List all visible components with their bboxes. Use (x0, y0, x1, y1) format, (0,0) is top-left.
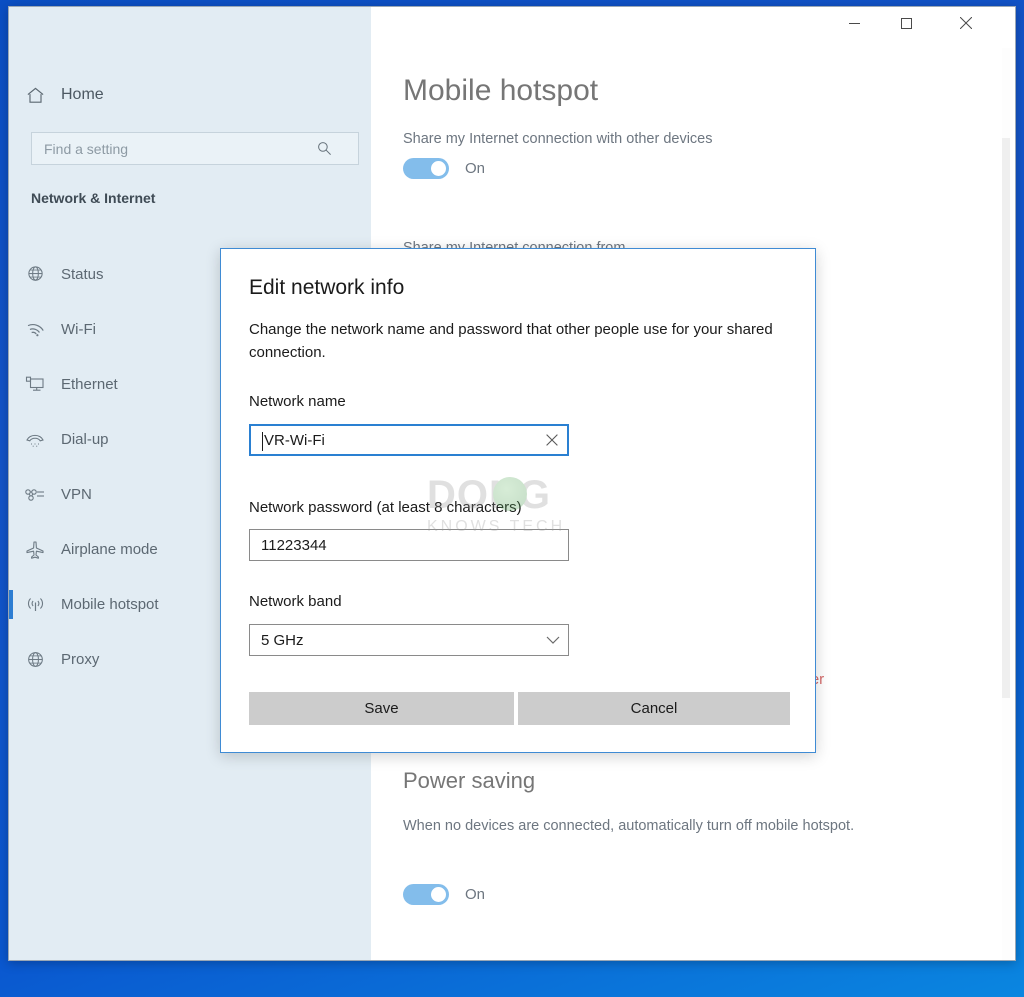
network-name-input[interactable] (251, 432, 537, 449)
broadcast-icon (9, 595, 61, 614)
search-box[interactable] (31, 132, 359, 165)
sidebar-item-mobile-hotspot-label: Mobile hotspot (61, 596, 159, 613)
close-button[interactable] (943, 7, 989, 39)
monitor-icon (9, 375, 61, 394)
network-password-field[interactable] (249, 529, 569, 561)
airplane-icon (9, 540, 61, 560)
sidebar-item-airplane-mode-label: Airplane mode (61, 541, 158, 558)
sidebar-item-home[interactable]: Home (9, 77, 371, 113)
network-band-label: Network band (249, 593, 342, 610)
content-scrollbar[interactable] (1002, 48, 1013, 961)
minimize-button[interactable] (831, 7, 877, 39)
text-caret (262, 432, 263, 451)
globe-icon (9, 265, 61, 284)
network-name-field[interactable] (249, 424, 569, 456)
clear-network-name-button[interactable] (537, 434, 567, 446)
power-saving-toggle-state: On (465, 886, 485, 903)
settings-window: Settings (8, 6, 1016, 961)
network-name-label: Network name (249, 393, 346, 410)
sidebar-item-home-label: Home (61, 86, 104, 104)
toggle-knob (431, 161, 446, 176)
home-icon (9, 86, 61, 105)
chevron-down-icon (538, 636, 568, 645)
sidebar-item-status-label: Status (61, 266, 104, 283)
sidebar-item-proxy-label: Proxy (61, 651, 99, 668)
maximize-icon (901, 18, 912, 29)
power-saving-description: When no devices are connected, automatic… (403, 816, 893, 838)
minimize-icon (849, 18, 860, 29)
share-connection-toggle[interactable]: On (403, 158, 485, 179)
save-button[interactable]: Save (249, 692, 514, 725)
network-password-input[interactable] (250, 537, 568, 554)
search-icon (317, 141, 332, 156)
share-connection-label: Share my Internet connection with other … (403, 129, 713, 150)
network-band-dropdown[interactable]: 5 GHz (249, 624, 569, 656)
power-saving-toggle[interactable]: On (403, 884, 485, 905)
phone-handset-icon (9, 431, 61, 449)
search-input[interactable] (32, 141, 317, 157)
network-band-value: 5 GHz (250, 632, 538, 649)
sidebar-category-heading: Network & Internet (31, 190, 155, 206)
scrollbar-thumb[interactable] (1002, 138, 1010, 698)
dialog-title: Edit network info (249, 276, 404, 300)
wifi-icon (9, 321, 61, 339)
edit-network-info-dialog: Edit network info Change the network nam… (220, 248, 816, 753)
globe-icon (9, 650, 61, 669)
vpn-icon (9, 487, 61, 503)
desktop-background: Settings (0, 0, 1024, 997)
toggle-switch-on[interactable] (403, 884, 449, 905)
page-title: Mobile hotspot (403, 74, 598, 108)
sidebar-item-ethernet-label: Ethernet (61, 376, 118, 393)
power-saving-title: Power saving (403, 768, 535, 794)
close-icon (546, 434, 558, 446)
dialog-description: Change the network name and password tha… (249, 319, 794, 364)
toggle-knob (431, 887, 446, 902)
maximize-button[interactable] (883, 7, 929, 39)
cancel-button[interactable]: Cancel (518, 692, 790, 725)
share-connection-toggle-state: On (465, 160, 485, 177)
sidebar-item-vpn-label: VPN (61, 486, 92, 503)
network-password-label: Network password (at least 8 characters) (249, 499, 522, 516)
toggle-switch-on[interactable] (403, 158, 449, 179)
sidebar-item-wifi-label: Wi-Fi (61, 321, 96, 338)
close-icon (960, 17, 972, 29)
sidebar-item-dialup-label: Dial-up (61, 431, 109, 448)
